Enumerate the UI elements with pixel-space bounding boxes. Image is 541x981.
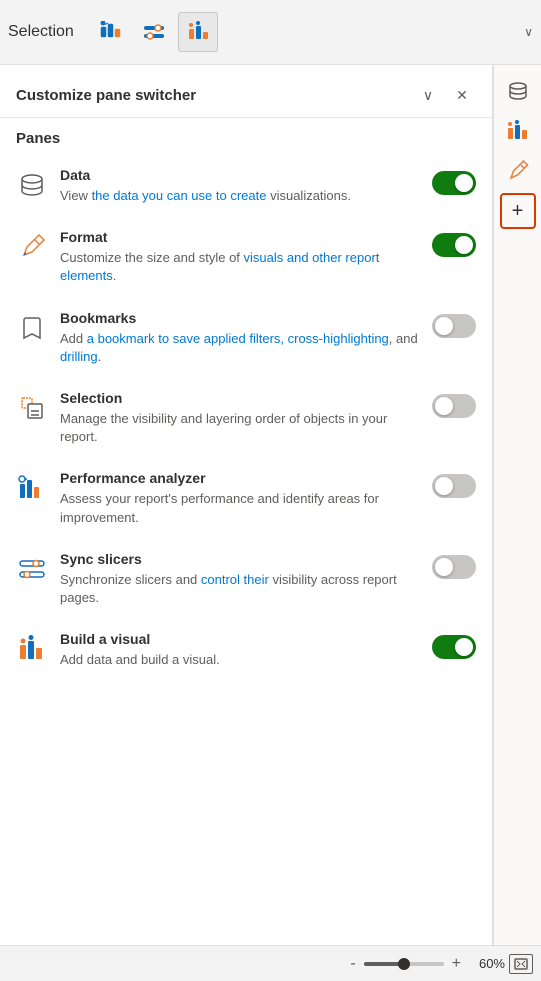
pane-item-data: Data View the data you can use to create… bbox=[4, 155, 488, 217]
bottom-bar: - + 60% bbox=[0, 945, 541, 981]
build-visual-pane-name: Build a visual bbox=[60, 631, 420, 647]
data-pane-toggle[interactable] bbox=[432, 171, 476, 195]
sync-slicers-pane-desc: Synchronize slicers and control their vi… bbox=[60, 571, 420, 607]
pane-item-format: Format Customize the size and style of v… bbox=[4, 217, 488, 297]
sync-slicers-pane-toggle[interactable] bbox=[432, 555, 476, 579]
panes-section-label: Panes bbox=[0, 118, 492, 155]
zoom-plus-btn[interactable]: + bbox=[448, 955, 465, 973]
bookmarks-pane-desc: Add a bookmark to save applied filters, … bbox=[60, 330, 420, 366]
selection-pane-toggle[interactable] bbox=[432, 394, 476, 418]
bookmarks-pane-name: Bookmarks bbox=[60, 310, 420, 326]
panel-header: Customize pane switcher ∨ ✕ bbox=[0, 65, 492, 118]
zoom-controls: - + 60% bbox=[346, 954, 533, 974]
fit-page-btn[interactable] bbox=[509, 954, 533, 974]
panel-header-actions: ∨ ✕ bbox=[414, 81, 476, 109]
customize-pane-panel: Customize pane switcher ∨ ✕ Panes bbox=[0, 65, 493, 981]
pane-item-bookmarks: Bookmarks Add a bookmark to save applied… bbox=[4, 298, 488, 378]
zoom-minus-btn[interactable]: - bbox=[346, 955, 359, 973]
build-visual-pane-desc: Add data and build a visual. bbox=[60, 651, 420, 669]
sync-slicers-icon[interactable] bbox=[134, 12, 174, 52]
format-pane-content: Format Customize the size and style of v… bbox=[60, 229, 420, 285]
pane-item-selection: Selection Manage the visibility and laye… bbox=[4, 378, 488, 458]
format-pane-desc: Customize the size and style of visuals … bbox=[60, 249, 420, 285]
data-pane-name: Data bbox=[60, 167, 420, 183]
performance-pane-name: Performance analyzer bbox=[60, 470, 420, 486]
panel-close-btn[interactable]: ✕ bbox=[448, 81, 476, 109]
data-pane-content: Data View the data you can use to create… bbox=[60, 167, 420, 205]
pane-item-performance: Performance analyzer Assess your report'… bbox=[4, 458, 488, 538]
performance-analyzer-icon[interactable] bbox=[90, 12, 130, 52]
build-visual-icon[interactable] bbox=[178, 12, 218, 52]
build-visual-pane-icon bbox=[16, 633, 48, 665]
top-bar: Selection ∨ bbox=[0, 0, 541, 65]
selection-pane-content: Selection Manage the visibility and laye… bbox=[60, 390, 420, 446]
data-pane-desc: View the data you can use to create visu… bbox=[60, 187, 420, 205]
sync-slicers-pane-name: Sync slicers bbox=[60, 551, 420, 567]
bookmarks-pane-icon bbox=[16, 312, 48, 344]
pane-item-sync-slicers: Sync slicers Synchronize slicers and con… bbox=[4, 539, 488, 619]
zoom-percent: 60% bbox=[469, 956, 505, 971]
format-pane-icon bbox=[16, 231, 48, 263]
main-layout: Customize pane switcher ∨ ✕ Panes bbox=[0, 65, 541, 981]
performance-pane-content: Performance analyzer Assess your report'… bbox=[60, 470, 420, 526]
top-bar-title: Selection bbox=[8, 23, 74, 41]
sync-slicers-pane-icon bbox=[16, 553, 48, 585]
collapse-chevron[interactable]: ∨ bbox=[524, 25, 533, 39]
build-visual-pane-content: Build a visual Add data and build a visu… bbox=[60, 631, 420, 669]
sidebar-data-btn[interactable] bbox=[500, 73, 536, 109]
bookmarks-pane-content: Bookmarks Add a bookmark to save applied… bbox=[60, 310, 420, 366]
zoom-slider[interactable] bbox=[364, 962, 444, 966]
sidebar-format-btn[interactable] bbox=[500, 153, 536, 189]
selection-pane-icon bbox=[16, 392, 48, 424]
build-visual-pane-toggle[interactable] bbox=[432, 635, 476, 659]
panel-collapse-btn[interactable]: ∨ bbox=[414, 81, 442, 109]
pane-items-list: Data View the data you can use to create… bbox=[0, 155, 492, 981]
add-pane-btn[interactable]: + bbox=[500, 193, 536, 229]
right-sidebar: + bbox=[493, 65, 541, 981]
sync-slicers-pane-content: Sync slicers Synchronize slicers and con… bbox=[60, 551, 420, 607]
panel-header-title: Customize pane switcher bbox=[16, 87, 196, 104]
selection-pane-name: Selection bbox=[60, 390, 420, 406]
sidebar-build-visual-btn[interactable] bbox=[500, 113, 536, 149]
performance-pane-icon bbox=[16, 472, 48, 504]
format-pane-toggle[interactable] bbox=[432, 233, 476, 257]
selection-pane-desc: Manage the visibility and layering order… bbox=[60, 410, 420, 446]
data-pane-icon bbox=[16, 169, 48, 201]
format-pane-name: Format bbox=[60, 229, 420, 245]
pane-item-build-visual: Build a visual Add data and build a visu… bbox=[4, 619, 488, 681]
bookmarks-pane-toggle[interactable] bbox=[432, 314, 476, 338]
performance-pane-desc: Assess your report's performance and ide… bbox=[60, 490, 420, 526]
performance-pane-toggle[interactable] bbox=[432, 474, 476, 498]
